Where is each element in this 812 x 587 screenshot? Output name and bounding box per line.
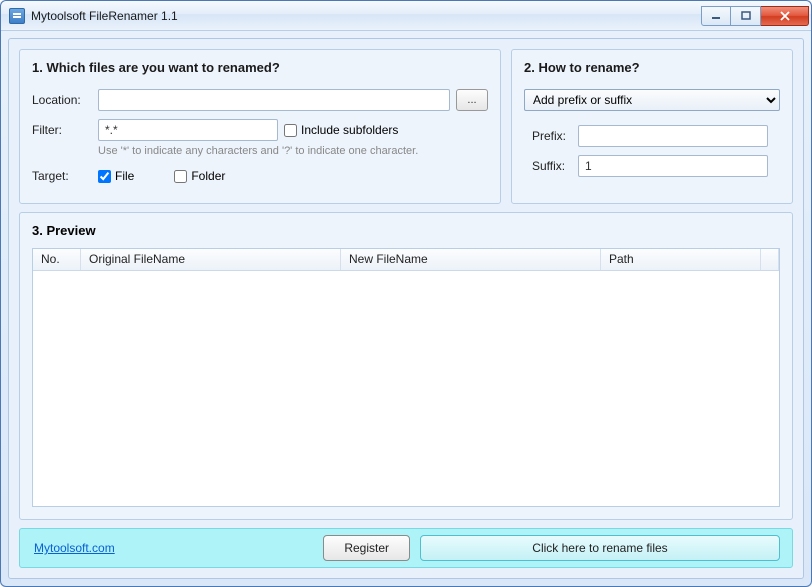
filter-row: Filter: Include subfolders xyxy=(32,119,488,141)
rename-button[interactable]: Click here to rename files xyxy=(420,535,780,561)
target-folder[interactable]: Folder xyxy=(174,169,225,183)
target-file-label: File xyxy=(115,169,134,183)
include-subfolders-label: Include subfolders xyxy=(301,123,398,137)
grid-header: No. Original FileName New FileName Path xyxy=(33,249,779,271)
filter-label: Filter: xyxy=(32,123,92,137)
browse-button[interactable]: ... xyxy=(456,89,488,111)
brand-link[interactable]: Mytoolsoft.com xyxy=(32,541,115,555)
target-file[interactable]: File xyxy=(98,169,134,183)
minimize-button[interactable] xyxy=(701,6,731,26)
app-window: Mytoolsoft FileRenamer 1.1 1. Which file… xyxy=(0,0,812,587)
prefix-label: Prefix: xyxy=(524,129,572,143)
location-input[interactable] xyxy=(98,89,450,111)
include-subfolders[interactable]: Include subfolders xyxy=(284,123,398,137)
rename-method-select[interactable]: Add prefix or suffix xyxy=(524,89,780,111)
panel-source: 1. Which files are you want to renamed? … xyxy=(19,49,501,204)
filter-input[interactable] xyxy=(98,119,278,141)
filter-hint: Use '*' to indicate any characters and '… xyxy=(98,145,488,157)
client-area: 1. Which files are you want to renamed? … xyxy=(8,38,804,579)
target-label: Target: xyxy=(32,169,92,183)
bottom-bar: Mytoolsoft.com Register Click here to re… xyxy=(19,528,793,568)
col-path[interactable]: Path xyxy=(601,249,761,270)
location-label: Location: xyxy=(32,93,92,107)
prefix-row: Prefix: xyxy=(524,125,780,147)
close-button[interactable] xyxy=(761,6,809,26)
titlebar[interactable]: Mytoolsoft FileRenamer 1.1 xyxy=(1,1,811,31)
register-button[interactable]: Register xyxy=(323,535,410,561)
target-folder-checkbox[interactable] xyxy=(174,170,187,183)
col-new[interactable]: New FileName xyxy=(341,249,601,270)
close-icon xyxy=(779,11,791,21)
section1-heading: 1. Which files are you want to renamed? xyxy=(32,60,488,75)
target-file-checkbox[interactable] xyxy=(98,170,111,183)
suffix-input[interactable] xyxy=(578,155,768,177)
minimize-icon xyxy=(711,11,721,21)
preview-heading: 3. Preview xyxy=(32,223,780,238)
col-original[interactable]: Original FileName xyxy=(81,249,341,270)
section2-heading: 2. How to rename? xyxy=(524,60,780,75)
grid-body[interactable] xyxy=(33,271,779,506)
panel-method: 2. How to rename? Add prefix or suffix P… xyxy=(511,49,793,204)
panel-preview: 3. Preview No. Original FileName New Fil… xyxy=(19,212,793,520)
target-folder-label: Folder xyxy=(191,169,225,183)
maximize-icon xyxy=(741,11,751,21)
suffix-label: Suffix: xyxy=(524,159,572,173)
app-icon xyxy=(9,8,25,24)
top-row: 1. Which files are you want to renamed? … xyxy=(19,49,793,204)
preview-grid: No. Original FileName New FileName Path xyxy=(32,248,780,507)
window-controls xyxy=(701,6,809,26)
col-spacer xyxy=(761,249,779,270)
maximize-button[interactable] xyxy=(731,6,761,26)
window-title: Mytoolsoft FileRenamer 1.1 xyxy=(31,9,701,23)
location-row: Location: ... xyxy=(32,89,488,111)
ellipsis-icon: ... xyxy=(467,94,476,106)
col-no[interactable]: No. xyxy=(33,249,81,270)
include-subfolders-checkbox[interactable] xyxy=(284,124,297,137)
target-row: Target: File Folder xyxy=(32,169,488,183)
suffix-row: Suffix: xyxy=(524,155,780,177)
prefix-input[interactable] xyxy=(578,125,768,147)
